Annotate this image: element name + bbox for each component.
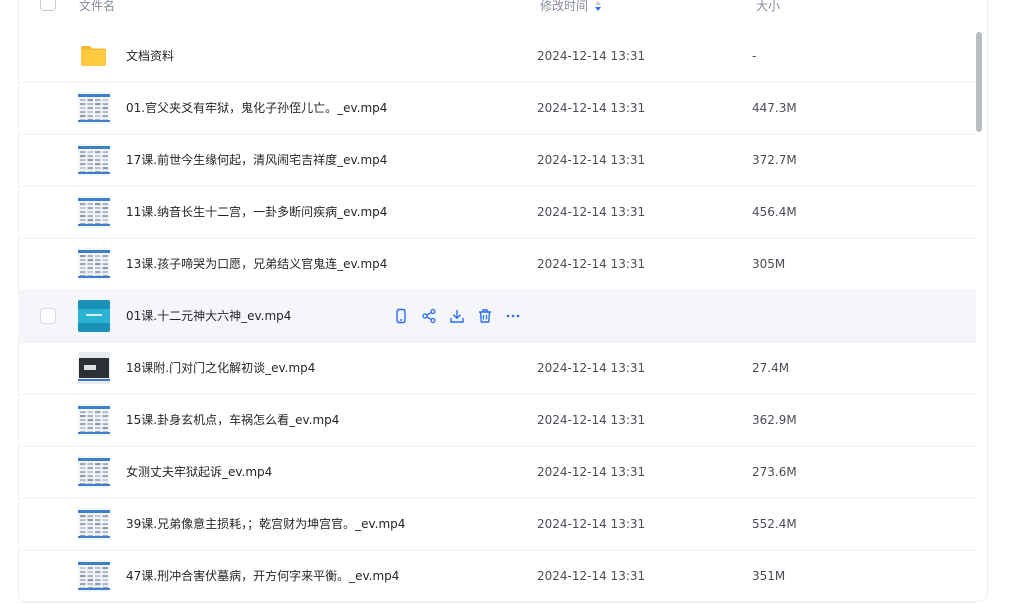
column-header-mtime-label: 修改时间 bbox=[540, 0, 589, 13]
phone-icon[interactable] bbox=[393, 308, 409, 324]
file-name[interactable]: 15课.卦身玄机点，车祸怎么看_ev.mp4 bbox=[126, 412, 339, 428]
file-size: 447.3M bbox=[752, 101, 797, 115]
file-row[interactable]: 17课.前世今生缘何起，清风闹宅吉祥度_ev.mp4 2024-12-14 13… bbox=[18, 135, 976, 187]
file-name[interactable]: 文档资料 bbox=[126, 48, 174, 64]
download-icon[interactable] bbox=[449, 308, 465, 324]
video-thumbnail-icon bbox=[78, 404, 110, 436]
file-name[interactable]: 18课附.门对门之化解初谈_ev.mp4 bbox=[126, 360, 315, 376]
file-mtime: 2024-12-14 13:31 bbox=[537, 257, 646, 271]
file-list: 文档资料 2024-12-14 13:31 - 01.官父夹爻有牢狱，鬼化子孙侄… bbox=[18, 31, 976, 603]
file-row[interactable]: 39课.兄弟像意主损耗，；乾宫财为坤宫官。_ev.mp4 2024-12-14 … bbox=[18, 499, 976, 551]
file-name[interactable]: 11课.纳音长生十二宫，一卦多断问疾病_ev.mp4 bbox=[126, 204, 387, 220]
file-name[interactable]: 39课.兄弟像意主损耗，；乾宫财为坤宫官。_ev.mp4 bbox=[126, 516, 405, 532]
file-name[interactable]: 13课.孩子啼哭为口愿，兄弟结义官鬼连_ev.mp4 bbox=[126, 256, 387, 272]
file-mtime: 2024-12-14 13:31 bbox=[537, 205, 646, 219]
more-icon[interactable] bbox=[505, 308, 521, 324]
file-name[interactable]: 01.官父夹爻有牢狱，鬼化子孙侄儿亡。_ev.mp4 bbox=[126, 100, 387, 116]
scrollbar[interactable] bbox=[976, 32, 982, 132]
video-thumbnail-icon bbox=[78, 196, 110, 228]
file-mtime: 2024-12-14 13:31 bbox=[537, 569, 646, 583]
file-mtime: 2024-12-14 13:31 bbox=[537, 153, 646, 167]
video-thumbnail-icon bbox=[78, 248, 110, 280]
file-mtime: 2024-12-14 13:31 bbox=[537, 361, 646, 375]
file-size: 362.9M bbox=[752, 413, 797, 427]
file-size: 372.7M bbox=[752, 153, 797, 167]
file-mtime: 2024-12-14 13:31 bbox=[537, 49, 646, 63]
row-checkbox[interactable] bbox=[40, 308, 56, 324]
file-row[interactable]: 女测丈夫牢狱起诉_ev.mp4 2024-12-14 13:31 273.6M bbox=[18, 447, 976, 499]
select-all-checkbox[interactable] bbox=[40, 0, 56, 11]
video-thumbnail-icon bbox=[78, 352, 110, 384]
video-thumbnail-icon bbox=[78, 508, 110, 540]
file-mtime: 2024-12-14 13:31 bbox=[537, 413, 646, 427]
file-size: 456.4M bbox=[752, 205, 797, 219]
file-size: 305M bbox=[752, 257, 786, 271]
delete-icon[interactable] bbox=[477, 308, 493, 324]
file-name[interactable]: 01课.十二元神大六神_ev.mp4 bbox=[126, 308, 291, 324]
file-row[interactable]: 01课.十二元神大六神_ev.mp4 bbox=[18, 291, 976, 343]
share-icon[interactable] bbox=[421, 308, 437, 324]
video-thumbnail-icon bbox=[78, 144, 110, 176]
file-size: 273.6M bbox=[752, 465, 797, 479]
file-mtime: 2024-12-14 13:31 bbox=[537, 101, 646, 115]
video-thumbnail-icon bbox=[78, 92, 110, 124]
file-row[interactable]: 47课.刑冲合害伏墓病，开方何字来平衡。_ev.mp4 2024-12-14 1… bbox=[18, 551, 976, 603]
video-thumbnail-icon bbox=[78, 560, 110, 592]
file-row[interactable]: 15课.卦身玄机点，车祸怎么看_ev.mp4 2024-12-14 13:31 … bbox=[18, 395, 976, 447]
sort-icon[interactable] bbox=[594, 0, 602, 12]
file-row[interactable]: 01.官父夹爻有牢狱，鬼化子孙侄儿亡。_ev.mp4 2024-12-14 13… bbox=[18, 83, 976, 135]
file-size: - bbox=[752, 49, 757, 63]
file-size: 552.4M bbox=[752, 517, 797, 531]
column-header-mtime[interactable]: 修改时间 bbox=[540, 0, 602, 13]
video-thumbnail-icon bbox=[78, 300, 110, 332]
file-list-header: 文件名 修改时间 大小 bbox=[18, 0, 976, 14]
file-name[interactable]: 17课.前世今生缘何起，清风闹宅吉祥度_ev.mp4 bbox=[126, 152, 387, 168]
video-thumbnail-icon bbox=[78, 456, 110, 488]
file-mtime: 2024-12-14 13:31 bbox=[537, 517, 646, 531]
file-size: 27.4M bbox=[752, 361, 790, 375]
file-mtime: 2024-12-14 13:31 bbox=[537, 465, 646, 479]
folder-icon bbox=[81, 46, 106, 66]
column-header-name[interactable]: 文件名 bbox=[79, 0, 115, 13]
file-row[interactable]: 11课.纳音长生十二宫，一卦多断问疾病_ev.mp4 2024-12-14 13… bbox=[18, 187, 976, 239]
file-row[interactable]: 18课附.门对门之化解初谈_ev.mp4 2024-12-14 13:31 27… bbox=[18, 343, 976, 395]
row-actions bbox=[393, 308, 521, 324]
file-name[interactable]: 女测丈夫牢狱起诉_ev.mp4 bbox=[126, 464, 272, 480]
file-size: 351M bbox=[752, 569, 786, 583]
column-header-size[interactable]: 大小 bbox=[756, 0, 780, 13]
file-row[interactable]: 13课.孩子啼哭为口愿，兄弟结义官鬼连_ev.mp4 2024-12-14 13… bbox=[18, 239, 976, 291]
file-row[interactable]: 文档资料 2024-12-14 13:31 - bbox=[18, 31, 976, 83]
file-name[interactable]: 47课.刑冲合害伏墓病，开方何字来平衡。_ev.mp4 bbox=[126, 568, 399, 584]
